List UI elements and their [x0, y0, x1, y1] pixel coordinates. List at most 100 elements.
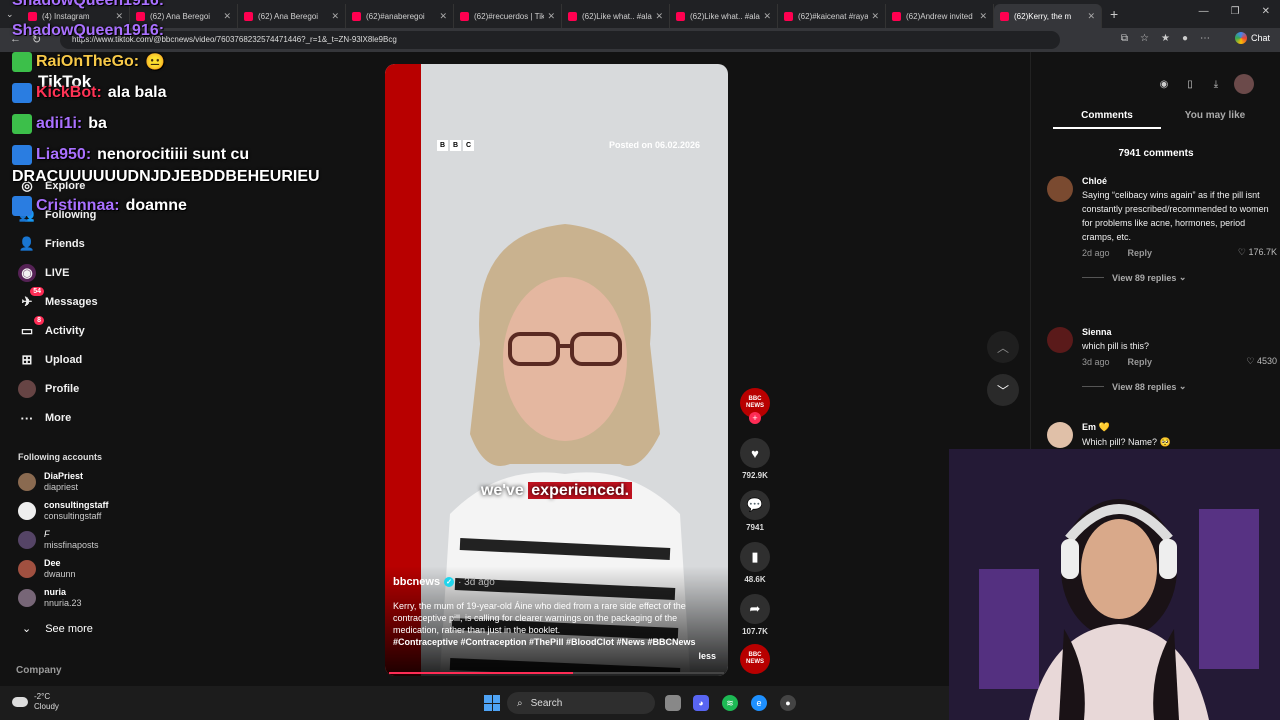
- comment-button[interactable]: 💬 7941: [738, 490, 772, 532]
- tab-comments[interactable]: Comments: [1053, 110, 1161, 129]
- video-hashtags[interactable]: #Contraceptive #Contraception #ThePill #…: [393, 637, 696, 647]
- comment-icon: 💬: [740, 490, 770, 520]
- reply-button[interactable]: Reply: [1128, 248, 1153, 258]
- following-account[interactable]: DiaPriest diapriest: [18, 471, 83, 493]
- bookmark-icon: ▮: [740, 542, 770, 572]
- comment-author[interactable]: Chloé: [1082, 176, 1277, 186]
- device-icon[interactable]: ▯: [1182, 76, 1198, 92]
- user-avatar[interactable]: [1234, 74, 1254, 94]
- see-more-button[interactable]: ⌄ See more: [22, 622, 93, 636]
- sound-avatar[interactable]: BBC NEWS: [738, 644, 772, 674]
- edge-icon[interactable]: e: [751, 695, 767, 711]
- more-icon: ···: [20, 410, 34, 426]
- nav-following[interactable]: 👥 Following: [18, 206, 96, 224]
- comment-author[interactable]: Sienna: [1082, 327, 1277, 337]
- extensions-icon[interactable]: ⧉: [1121, 33, 1128, 44]
- browser-tab[interactable]: (62) Ana Beregoi ✕: [130, 4, 238, 28]
- activity-compass-icon[interactable]: ◉: [1156, 76, 1172, 92]
- following-account[interactable]: nuria nnuria.23: [18, 587, 82, 609]
- like-button[interactable]: ♥ 792.9K: [738, 438, 772, 480]
- obs-icon[interactable]: ●: [780, 695, 796, 711]
- tab-you-may-like[interactable]: You may like: [1161, 110, 1269, 129]
- less-toggle[interactable]: less: [698, 651, 716, 661]
- close-window-icon[interactable]: ✕: [1262, 6, 1270, 17]
- video-author[interactable]: bbcnews ✓ · 3d ago: [393, 576, 495, 588]
- browser-tab[interactable]: (62)#recuerdos | Tik ✕: [454, 4, 562, 28]
- browser-tab[interactable]: (62) Ana Beregoi ✕: [238, 4, 346, 28]
- reply-button[interactable]: Reply: [1128, 357, 1153, 367]
- nav-messages[interactable]: ✈ 54 Messages: [18, 287, 98, 311]
- profile-avatar-icon[interactable]: ●: [1182, 33, 1188, 44]
- browser-tab[interactable]: (62)Kerry, the m ✕: [994, 4, 1102, 28]
- video-player[interactable]: BBC Posted on 06.02.2026 we've experienc…: [385, 64, 728, 676]
- video-description: Kerry, the mum of 19-year-old Áine who d…: [393, 601, 686, 635]
- tab-favicon-icon: [568, 11, 577, 21]
- previous-video-button[interactable]: ︿: [987, 331, 1019, 363]
- streamer-figure: [949, 449, 1280, 720]
- new-tab-icon[interactable]: +: [1110, 6, 1118, 22]
- browser-tab[interactable]: (62)Like what.. #alan ✕: [562, 4, 670, 28]
- follow-plus-icon[interactable]: +: [749, 412, 761, 424]
- tab-favicon-icon: [460, 11, 469, 21]
- nav-explore[interactable]: ◎ Explore: [18, 177, 85, 195]
- tiktok-logo[interactable]: TikTok: [38, 72, 91, 92]
- close-tab-icon[interactable]: ✕: [115, 11, 123, 22]
- comment-author[interactable]: Em 💛: [1082, 422, 1277, 433]
- avatar[interactable]: [1047, 327, 1073, 353]
- following-account[interactable]: Dee dwaunn: [18, 558, 76, 580]
- nav-friends[interactable]: 👤 Friends: [18, 235, 85, 253]
- browser-tab[interactable]: (62)#anaberegoi ✕: [346, 4, 454, 28]
- nav-upload[interactable]: ⊞ Upload: [18, 351, 83, 369]
- avatar[interactable]: [1047, 176, 1073, 202]
- discord-icon[interactable]: ◕: [693, 695, 709, 711]
- live-icon: ◉: [18, 264, 36, 282]
- maximize-icon[interactable]: ❐: [1231, 6, 1240, 17]
- menu-dots-icon[interactable]: ⋯: [1200, 33, 1210, 44]
- browser-tab[interactable]: (62)Like what.. #alan ✕: [670, 4, 778, 28]
- video-progress-bar[interactable]: [389, 672, 724, 674]
- tab-search-icon[interactable]: ⌄: [6, 9, 22, 20]
- following-account[interactable]: Fmissfinaposts: [18, 529, 99, 551]
- following-account[interactable]: consultingstaff consultingstaff: [18, 500, 109, 522]
- browser-tab[interactable]: (62)Andrew invited ✕: [886, 4, 994, 28]
- nav-profile[interactable]: Profile: [18, 380, 79, 398]
- close-tab-icon[interactable]: ✕: [655, 11, 663, 22]
- bookmark-star-icon[interactable]: ☆: [1140, 33, 1149, 44]
- close-tab-icon[interactable]: ✕: [331, 11, 339, 22]
- view-replies-button[interactable]: View 88 replies ⌄: [1082, 381, 1277, 392]
- weather-widget[interactable]: -2°C Cloudy: [12, 692, 59, 712]
- url-input[interactable]: https://www.tiktok.com/@bbcnews/video/76…: [60, 31, 1060, 49]
- back-icon[interactable]: ←: [10, 33, 21, 45]
- reload-icon[interactable]: ↻: [32, 33, 41, 46]
- close-tab-icon[interactable]: ✕: [763, 11, 771, 22]
- avatar: [18, 502, 36, 520]
- taskbar-search[interactable]: ⌕ Search: [507, 692, 655, 714]
- comment-like-button[interactable]: ♡ 176.7K: [1238, 247, 1277, 258]
- close-tab-icon[interactable]: ✕: [223, 11, 231, 22]
- close-tab-icon[interactable]: ✕: [979, 11, 987, 22]
- close-tab-icon[interactable]: ✕: [1087, 11, 1095, 22]
- avatar[interactable]: [1047, 422, 1073, 448]
- comment-like-button[interactable]: ♡ 4530: [1246, 356, 1277, 367]
- browser-tab[interactable]: (62)#kaicenat #rayas ✕: [778, 4, 886, 28]
- share-button[interactable]: ➦ 107.7K: [738, 594, 772, 636]
- download-icon[interactable]: ⤓: [1208, 76, 1224, 92]
- view-replies-button[interactable]: View 89 replies ⌄: [1082, 272, 1277, 283]
- close-tab-icon[interactable]: ✕: [547, 11, 555, 22]
- save-button[interactable]: ▮ 48.6K: [738, 542, 772, 584]
- minimize-icon[interactable]: —: [1199, 6, 1209, 17]
- company-link[interactable]: Company: [16, 665, 62, 676]
- nav-more[interactable]: ··· More: [18, 409, 72, 427]
- creator-avatar-button[interactable]: BBC NEWS +: [738, 388, 772, 424]
- browser-tab[interactable]: (4) Instagram ✕: [22, 4, 130, 28]
- nav-activity[interactable]: ▭ 8 Activity: [18, 316, 85, 340]
- next-video-button[interactable]: ﹀: [987, 374, 1019, 406]
- nav-live[interactable]: ◉ LIVE: [18, 264, 69, 282]
- windows-start-icon[interactable]: [484, 695, 500, 711]
- file-explorer-icon[interactable]: [665, 695, 681, 711]
- close-tab-icon[interactable]: ✕: [439, 11, 447, 22]
- close-tab-icon[interactable]: ✕: [871, 11, 879, 22]
- favorites-icon[interactable]: ★: [1161, 33, 1170, 44]
- spotify-icon[interactable]: ≋: [722, 695, 738, 711]
- copilot-chat-button[interactable]: Chat: [1234, 32, 1270, 44]
